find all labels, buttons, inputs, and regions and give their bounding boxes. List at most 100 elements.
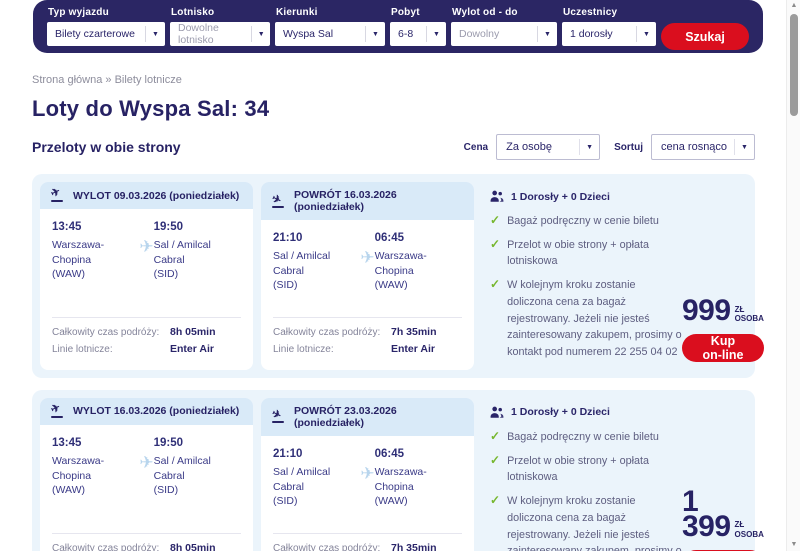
check-icon: ✓ (490, 237, 500, 270)
departure-leg: 13:45 Warszawa-Chopina (WAW) (52, 437, 139, 498)
breadcrumb-home-link[interactable]: Strona główna (32, 74, 102, 86)
results-subtitle: Przeloty w obie strony (32, 139, 181, 155)
departure-code: (WAW) (52, 484, 85, 496)
departure-leg: 21:10 Sal / Amilcal Cabral (SID) (273, 232, 360, 293)
price-value: 1 399 (682, 489, 731, 540)
filter-stay-label: Pobyt (391, 7, 446, 18)
breadcrumb-current: Bilety lotnicze (115, 74, 182, 86)
chevron-down-icon: ▼ (734, 139, 754, 155)
airline-value: Enter Air (391, 343, 435, 355)
sort-order-group: Sortuj cena rosnąco ▼ (614, 134, 755, 160)
inbound-header: ✈ POWRÓT 23.03.2026 (poniedziałek) (261, 398, 474, 436)
duration-value: 8h 05min (170, 542, 216, 551)
duration-value: 8h 05min (170, 326, 216, 338)
departure-airport: Sal / Amilcal Cabral (273, 466, 330, 493)
departure-airport: Warszawa-Chopina (52, 239, 104, 266)
vertical-scrollbar[interactable]: ▲ ▼ (786, 0, 800, 551)
breadcrumb: Strona główna » Bilety lotnicze (32, 74, 755, 86)
sort-order-label: Sortuj (614, 142, 643, 153)
outbound-column: ✈ WYLOT 09.03.2026 (poniedziałek) 13:45 … (40, 182, 253, 370)
duration-value: 7h 35min (391, 542, 437, 551)
filter-departure-range: Wylot od - do Dowolny ▼ (451, 7, 557, 46)
flight-results-list: ✈ WYLOT 09.03.2026 (poniedziałek) 13:45 … (32, 174, 755, 551)
arrival-airport: Sal / Amilcal Cabral (154, 455, 211, 482)
scroll-down-arrow-icon[interactable]: ▼ (787, 539, 800, 551)
sort-controls: Cena Za osobę ▼ Sortuj cena rosnąco ▼ (464, 134, 755, 160)
filter-departure-range-select[interactable]: Dowolny ▼ (451, 22, 557, 46)
check-text: Bagaż podręczny w cenie biletu (507, 213, 659, 230)
duration-label: Całkowity czas podróży: (273, 543, 391, 551)
arrival-leg: 19:50 Sal / Amilcal Cabral (SID) (154, 221, 241, 282)
included-checklist: ✓Bagaż podręczny w cenie biletu ✓Przelot… (490, 213, 682, 368)
check-text: Przelot w obie strony + opłata lotniskow… (507, 237, 682, 270)
landing-icon: ✈ (271, 410, 287, 423)
inbound-header-text: POWRÓT 16.03.2026 (poniedziałek) (294, 189, 464, 213)
filter-airport: Lotnisko Dowolne lotnisko ▼ (170, 7, 270, 46)
arrival-time: 19:50 (154, 221, 241, 233)
filter-departure-range-label: Wylot od - do (452, 7, 557, 18)
filter-trip-type-label: Typ wyjazdu (48, 7, 165, 18)
arrival-leg: 06:45 Warszawa-Chopina (WAW) (375, 448, 462, 509)
passengers-icon (490, 406, 504, 419)
filter-airport-select[interactable]: Dowolne lotnisko ▼ (170, 22, 270, 46)
arrival-time: 19:50 (154, 437, 241, 449)
outbound-header: ✈ WYLOT 09.03.2026 (poniedziałek) (40, 182, 253, 209)
chevron-down-icon: ▼ (537, 26, 557, 42)
arrival-code: (WAW) (375, 495, 408, 507)
page-title: Loty do Wyspa Sal: 34 (32, 96, 755, 122)
filter-trip-type-select[interactable]: Bilety czarterowe ▼ (47, 22, 165, 46)
search-button[interactable]: Szukaj (661, 23, 749, 50)
passengers-icon (490, 190, 504, 203)
check-text: W kolejnym kroku zostanie doliczona cena… (507, 277, 682, 361)
filter-participants-label: Uczestnicy (563, 7, 656, 18)
departure-airport: Sal / Amilcal Cabral (273, 250, 330, 277)
price-mode-label: Cena (464, 142, 488, 153)
filter-trip-type: Typ wyjazdu Bilety czarterowe ▼ (47, 7, 165, 46)
inbound-header-text: POWRÓT 23.03.2026 (poniedziałek) (294, 405, 464, 429)
outbound-column: ✈ WYLOT 16.03.2026 (poniedziałek) 13:45 … (40, 398, 253, 551)
sort-order-select[interactable]: cena rosnąco ▼ (651, 134, 755, 160)
airline-value: Enter Air (170, 343, 214, 355)
price-mode-value: Za osobę (506, 141, 552, 153)
outbound-header: ✈ WYLOT 16.03.2026 (poniedziałek) (40, 398, 253, 425)
departure-time: 21:10 (273, 232, 360, 244)
included-checklist: ✓Bagaż podręczny w cenie biletu ✓Przelot… (490, 429, 682, 551)
price-value: 999 (682, 298, 731, 324)
scroll-up-arrow-icon[interactable]: ▲ (787, 0, 800, 12)
filter-direction-value: Wyspa Sal (283, 28, 333, 40)
scrollbar-thumb[interactable] (790, 14, 798, 116)
filter-participants-select[interactable]: 1 dorosły ▼ (562, 22, 656, 46)
chevron-down-icon: ▼ (426, 26, 446, 42)
price: 1 399 ZŁOSOBA (682, 489, 764, 540)
departure-time: 21:10 (273, 448, 360, 460)
plane-icon: ✈ (360, 232, 374, 268)
price-mode-select[interactable]: Za osobę ▼ (496, 134, 600, 160)
filter-stay: Pobyt 6-8 ▼ (390, 7, 446, 46)
passengers-text: 1 Dorosły + 0 Dzieci (511, 191, 610, 203)
plane-icon: ✈ (139, 221, 153, 257)
departure-code: (SID) (273, 495, 298, 507)
flight-card: ✈ WYLOT 09.03.2026 (poniedziałek) 13:45 … (32, 174, 755, 378)
flight-card: ✈ WYLOT 16.03.2026 (poniedziałek) 13:45 … (32, 390, 755, 551)
arrival-code: (WAW) (375, 279, 408, 291)
arrival-code: (SID) (154, 268, 179, 280)
price-currency: ZŁ (735, 305, 764, 314)
buy-online-button[interactable]: Kup on-line (682, 334, 764, 362)
filter-direction-select[interactable]: Wyspa Sal ▼ (275, 22, 385, 46)
inbound-column: ✈ POWRÓT 23.03.2026 (poniedziałek) 21:10… (261, 398, 474, 551)
check-icon: ✓ (490, 213, 500, 230)
sort-order-value: cena rosnąco (661, 141, 727, 153)
price-mode-group: Cena Za osobę ▼ (464, 134, 600, 160)
chevron-down-icon: ▼ (579, 139, 599, 155)
departure-code: (SID) (273, 279, 298, 291)
search-filter-panel: Typ wyjazdu Bilety czarterowe ▼ Lotnisko… (33, 0, 763, 53)
price-per: OSOBA (735, 314, 764, 323)
arrival-airport: Warszawa-Chopina (375, 466, 427, 493)
check-text: Przelot w obie strony + opłata lotniskow… (507, 453, 682, 486)
departure-time: 13:45 (52, 437, 139, 449)
departure-code: (WAW) (52, 268, 85, 280)
filter-stay-select[interactable]: 6-8 ▼ (390, 22, 446, 46)
landing-icon: ✈ (271, 195, 287, 208)
duration-label: Całkowity czas podróży: (52, 543, 170, 551)
price: 999 ZŁOSOBA (682, 298, 764, 324)
